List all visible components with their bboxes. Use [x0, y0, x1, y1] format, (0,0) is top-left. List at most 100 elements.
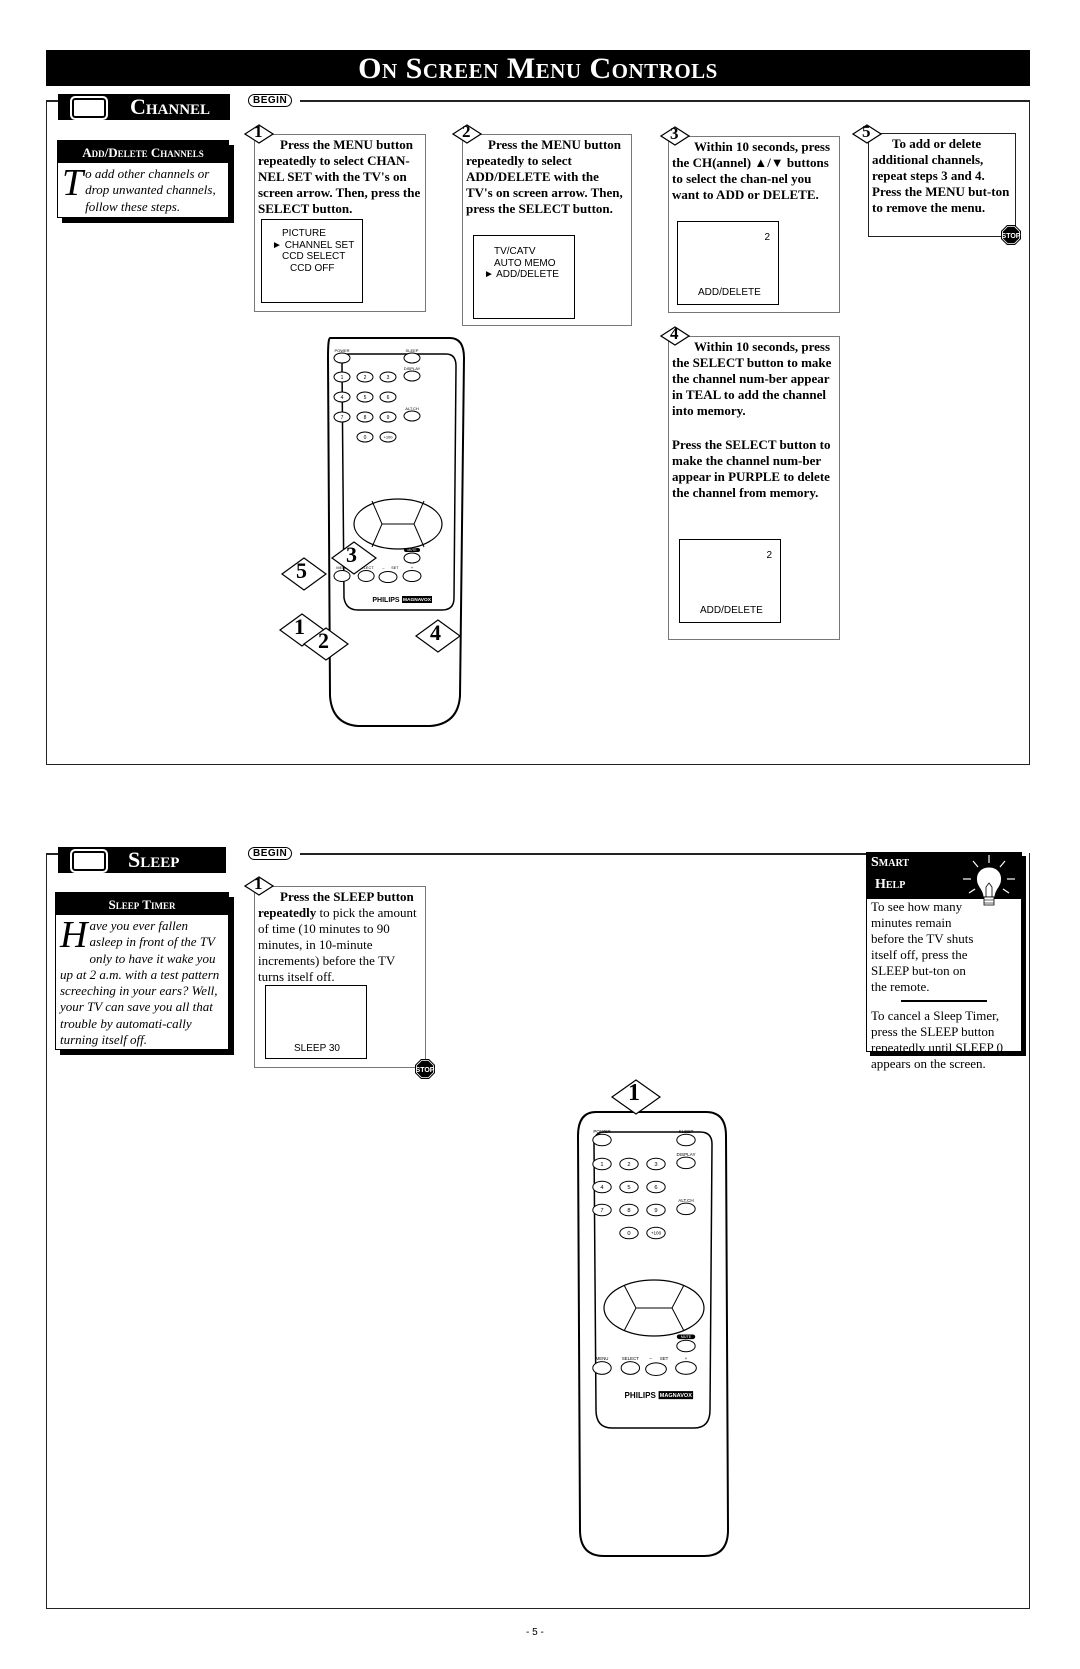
- mute-button: [676, 1339, 696, 1353]
- sleep-label: SLEEP: [679, 1129, 694, 1134]
- power-label: POWER: [334, 348, 349, 353]
- sleep-step-1-text: Press the SLEEP button repeatedly to pic…: [258, 889, 417, 984]
- digit-button-5-label: 5: [627, 1185, 630, 1191]
- callout-3-number: 3: [346, 542, 357, 567]
- smart-help-header: Smart Help: [867, 853, 1021, 906]
- digit-button-9-label: 9: [387, 415, 390, 421]
- step-3-text: Within 10 seconds, press the CH(annel) ▲…: [672, 139, 831, 202]
- begin-badge: BEGIN: [248, 847, 293, 860]
- sleep-intro-heading: Sleep Timer: [56, 893, 228, 915]
- mute-button: [403, 552, 421, 564]
- smart-help-title: Help: [875, 877, 906, 892]
- step-2-number: 2: [462, 122, 471, 141]
- set-plus-button: [675, 1361, 697, 1375]
- sleep-button: [403, 352, 421, 364]
- digit-button-0-label: 0: [627, 1231, 630, 1237]
- set-label: SET: [660, 1356, 669, 1361]
- menu-item: AUTO MEMO: [494, 257, 556, 269]
- magnavox-logo: MAGNAVOX: [403, 597, 432, 603]
- channel-section-header: Channel: [58, 94, 230, 120]
- channel-number: 2: [766, 550, 772, 561]
- mute-label: MUTE: [681, 1335, 692, 1339]
- smart-help-box: Smart Help To see how many minutes remai…: [866, 852, 1022, 1071]
- stop-sign-icon: STOP: [415, 1059, 435, 1079]
- page-number: - 5 -: [526, 1627, 544, 1638]
- step-4-text-2: Press the SELECT button to make the chan…: [672, 437, 831, 500]
- select-button: [620, 1361, 641, 1375]
- smart-help-para-2: To cancel a Sleep Timer, press the SLEEP…: [871, 1007, 1004, 1071]
- digit-button-3-label: 3: [387, 375, 390, 381]
- step-4-box: Within 10 seconds, press the SELECT butt…: [668, 336, 840, 640]
- philips-logo: PHILIPS: [625, 1391, 657, 1400]
- digit-button-8-label: 8: [627, 1208, 630, 1214]
- smart-help-para-1: To see how many minutes remain before th…: [871, 899, 974, 994]
- menu-label: MENU: [596, 1356, 609, 1361]
- power-button: [333, 352, 351, 364]
- pointer-arrow-icon: ►: [272, 239, 282, 251]
- stop-sign-icon: STOP: [1001, 225, 1021, 245]
- menu-item: TV/CATV: [494, 246, 536, 257]
- alt-ch-label: ALT.CH: [678, 1198, 694, 1203]
- digit-button-5-label: 5: [364, 395, 367, 401]
- sleep-top-rule: [46, 853, 58, 855]
- sleep-section-header: Sleep: [58, 847, 226, 873]
- channel-intro-box: Add/Delete Channels To add other channel…: [57, 140, 229, 218]
- display-button: [676, 1156, 696, 1170]
- set-label: SET: [391, 566, 399, 570]
- step-1-box: Press the MENU button repeatedly to sele…: [254, 134, 426, 312]
- svg-text:STOP: STOP: [1002, 233, 1021, 240]
- select-label: SELECT: [622, 1356, 639, 1361]
- remote-control-illustration: POWERSLEEP123456789DISPLAYALT.CH0+100▲CH…: [576, 1111, 730, 1557]
- display-label: DISPLAY: [676, 1152, 695, 1157]
- digit-button-4-label: 4: [341, 395, 344, 401]
- digit-button-plus100-label: +100: [383, 434, 393, 439]
- step-4-tv-screen: 2 ADD/DELETE: [679, 539, 781, 623]
- channel-top-rule-right: [300, 100, 1029, 102]
- step-1-number: 1: [254, 122, 263, 141]
- step-5-text: To add or delete additional channels, re…: [872, 136, 1010, 215]
- power-label: POWER: [593, 1129, 611, 1134]
- screen-label: ADD/DELETE: [700, 604, 763, 616]
- sleep-step-1-number: 1: [254, 874, 263, 893]
- set-plus-button: [402, 570, 422, 582]
- callout-5-number: 5: [296, 558, 307, 583]
- pointer-arrow-icon: ►: [484, 269, 494, 280]
- sleep-intro-box: Sleep Timer Have you ever fallen asleep …: [55, 892, 229, 1050]
- channel-intro-text: To add other channels or drop unwanted c…: [62, 162, 216, 214]
- smart-help-divider: [901, 1000, 987, 1002]
- tv-icon: [70, 96, 108, 120]
- sleep-label: SLEEP: [406, 348, 419, 353]
- digit-button-2-label: 2: [364, 375, 367, 381]
- digit-button-7-label: 7: [341, 415, 344, 421]
- digit-button-9-label: 9: [654, 1208, 657, 1214]
- channel-intro-heading: Add/Delete Channels: [58, 141, 228, 163]
- smart-help-title: Smart: [871, 855, 909, 870]
- alt-ch-label: ALT.CH: [405, 406, 419, 411]
- set-minus-button: [645, 1362, 667, 1376]
- step-1-tv-screen: PICTURE ► CHANNEL SET CCD SELECT CCD OFF: [261, 219, 363, 303]
- digit-button-1-label: 1: [341, 375, 344, 381]
- step-5-number: 5: [862, 122, 871, 141]
- screen-label: ADD/DELETE: [698, 286, 761, 298]
- remote-control-illustration: POWERSLEEP123456789DISPLAYALT.CH0+100▲CH…: [326, 337, 466, 727]
- step-4-number: 4: [670, 324, 679, 343]
- sleep-tv-screen: SLEEP 30: [265, 985, 367, 1059]
- power-button: [592, 1133, 612, 1147]
- sleep-step-1-box: Press the SLEEP button repeatedly to pic…: [254, 886, 426, 1068]
- step-2-tv-screen: TV/CATV AUTO MEMO ► ADD/DELETE: [473, 235, 575, 319]
- channel-top-rule: [46, 100, 58, 102]
- menu-item: CCD SELECT: [282, 251, 346, 262]
- display-label: DISPLAY: [404, 366, 421, 371]
- sleep-section-title: Sleep: [128, 847, 180, 872]
- menu-item: PICTURE: [282, 228, 326, 239]
- alt-ch-button: [403, 410, 421, 422]
- philips-logo: PHILIPS: [372, 597, 400, 604]
- light-bulb-icon: [963, 855, 1015, 906]
- sleep-button: [676, 1133, 696, 1147]
- digit-button-6-label: 6: [387, 395, 390, 401]
- display-button: [403, 370, 421, 382]
- sleep-top-rule-right: [300, 853, 866, 855]
- menu-item-selected: ► CHANNEL SET: [272, 239, 355, 251]
- digit-button-0-label: 0: [364, 435, 367, 441]
- magnavox-logo: MAGNAVOX: [660, 1393, 692, 1399]
